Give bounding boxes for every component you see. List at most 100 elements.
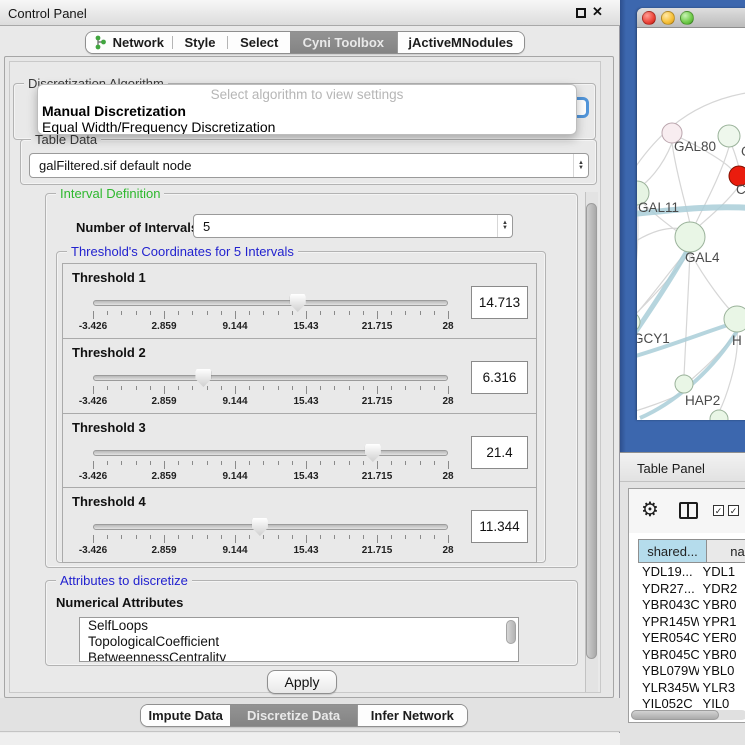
tab-style[interactable]: Style (173, 32, 228, 53)
cell-name[interactable]: YDR2 (699, 581, 745, 598)
attribute-list-item[interactable]: BetweennessCentrality (80, 650, 518, 662)
table-data-combobox[interactable]: galFiltered.sif default node ▲▼ (29, 153, 589, 178)
table-row[interactable]: YDR27...YDR2 (638, 581, 745, 598)
tab-infer-network[interactable]: Infer Network (357, 705, 467, 726)
vertical-scrollbar-thumb[interactable] (586, 203, 597, 659)
table-row[interactable]: YBL079WYBL0 (638, 663, 745, 680)
tab-discretize-data[interactable]: Discretize Data (230, 705, 356, 726)
minimize-traffic-light-icon[interactable] (661, 11, 675, 25)
column-header-shared-name[interactable]: shared... (638, 539, 707, 563)
network-edge[interactable] (695, 147, 729, 225)
slider-tick (207, 386, 208, 390)
threshold-1-slider[interactable] (93, 300, 448, 306)
cell-shared-name[interactable]: YDL19... (638, 564, 699, 581)
threshold-3-value-field[interactable]: 21.4 (471, 436, 528, 469)
number-of-intervals-spinner[interactable]: 5 ▲▼ (193, 214, 513, 238)
table-row[interactable]: YER054CYER0 (638, 630, 745, 647)
threshold-4-value-field[interactable]: 11.344 (471, 510, 528, 543)
cell-shared-name[interactable]: YPR145W (638, 614, 699, 631)
cell-name[interactable]: YPR1 (699, 614, 745, 631)
slider-tick (207, 311, 208, 315)
threshold-4-slider[interactable] (93, 524, 448, 530)
checkbox-icon[interactable]: ✓ (713, 505, 724, 516)
network-canvas[interactable]: GAL80GACGAL11GAL4GCY1HHAP2 (637, 28, 745, 420)
cell-name[interactable]: YDL1 (699, 564, 745, 581)
slider-tick (434, 311, 435, 315)
network-edge[interactable] (684, 252, 690, 376)
table-row[interactable]: YBR043CYBR0 (638, 597, 745, 614)
cell-name[interactable]: YBR0 (699, 647, 745, 664)
combobox-stepper-icon[interactable]: ▲▼ (573, 154, 588, 177)
table-row[interactable]: YDL19...YDL1 (638, 564, 745, 581)
cell-name[interactable]: YLR3 (699, 680, 745, 697)
tab-impute-data[interactable]: Impute Data (141, 705, 230, 726)
table-toolbar: ⚙ ✓ ✓ (629, 489, 745, 533)
cell-shared-name[interactable]: YBR043C (638, 597, 699, 614)
slider-tick (377, 311, 378, 319)
cell-name[interactable]: YBR0 (699, 597, 745, 614)
table-row[interactable]: YPR145WYPR1 (638, 614, 745, 631)
horizontal-scrollbar-thumb[interactable] (631, 710, 719, 720)
threshold-3-slider[interactable] (93, 450, 448, 456)
tab-cyni-toolbox[interactable]: Cyni Toolbox (290, 32, 397, 53)
interval-definition-label: Interval Definition (56, 186, 164, 201)
zoom-traffic-light-icon[interactable] (680, 11, 694, 25)
checkbox-icon[interactable]: ✓ (728, 505, 739, 516)
gear-icon[interactable]: ⚙ (641, 497, 659, 522)
column-header-name[interactable]: na (707, 539, 745, 563)
network-window-titlebar[interactable] (637, 8, 745, 28)
popup-item-manual-discretization[interactable]: Manual Discretization (38, 103, 576, 119)
table-row[interactable]: YLR345WYLR3 (638, 680, 745, 697)
slider-thumb[interactable] (365, 444, 381, 462)
number-of-intervals-value: 5 (194, 219, 497, 234)
network-edge[interactable] (638, 143, 672, 188)
list-scrollbar-thumb[interactable] (506, 620, 516, 644)
tab-network[interactable]: Network (86, 32, 172, 53)
float-window-icon[interactable] (576, 8, 586, 18)
network-node[interactable] (710, 410, 728, 420)
network-edge[interactable] (637, 205, 638, 315)
network-node-label: GA (741, 144, 745, 159)
network-node-label: GAL11 (638, 200, 679, 215)
cell-shared-name[interactable]: YBL079W (638, 663, 699, 680)
apply-button[interactable]: Apply (267, 670, 337, 694)
slider-tick (292, 535, 293, 539)
cell-shared-name[interactable]: YDR27... (638, 581, 699, 598)
threshold-2-slider[interactable] (93, 375, 448, 381)
network-node[interactable] (718, 125, 740, 147)
cell-shared-name[interactable]: YIL052C (638, 696, 699, 708)
spinner-stepper-icon[interactable]: ▲▼ (497, 215, 512, 237)
threshold-1-value-field[interactable]: 14.713 (471, 286, 528, 319)
network-node[interactable] (724, 306, 745, 332)
network-edge[interactable] (732, 146, 739, 168)
network-node[interactable] (675, 222, 705, 252)
cell-name[interactable]: YBL0 (699, 663, 745, 680)
cell-shared-name[interactable]: YBR045C (638, 647, 699, 664)
slider-thumb[interactable] (195, 369, 211, 387)
slider-tick (249, 386, 250, 390)
tab-jactivemnodules[interactable]: jActiveMNodules (397, 32, 524, 53)
tab-discretize-data-label: Discretize Data (247, 708, 340, 723)
tab-select[interactable]: Select (228, 32, 290, 53)
popup-item-equal-width[interactable]: Equal Width/Frequency Discretization (38, 119, 576, 135)
slider-thumb[interactable] (290, 294, 306, 312)
slider-tick (192, 535, 193, 539)
close-icon[interactable]: ✕ (592, 4, 603, 20)
numerical-attributes-list[interactable]: SelfLoopsTopologicalCoefficientBetweenne… (79, 617, 519, 662)
attribute-list-item[interactable]: TopologicalCoefficient (80, 634, 518, 650)
slider-thumb[interactable] (252, 518, 268, 536)
attribute-list-item[interactable]: SelfLoops (80, 618, 518, 634)
cell-name[interactable]: YIL0 (699, 696, 745, 708)
network-node[interactable] (675, 375, 693, 393)
close-traffic-light-icon[interactable] (642, 11, 656, 25)
threshold-2-value-field[interactable]: 6.316 (471, 361, 528, 394)
slider-tick (306, 461, 307, 469)
table-row[interactable]: YIL052CYIL0 (638, 696, 745, 708)
table-row[interactable]: YBR045CYBR0 (638, 647, 745, 664)
split-columns-icon[interactable] (679, 502, 698, 519)
horizontal-scrollbar-track[interactable] (631, 710, 745, 720)
slider-tick (121, 461, 122, 465)
cell-shared-name[interactable]: YLR345W (638, 680, 699, 697)
cell-name[interactable]: YER0 (699, 630, 745, 647)
cell-shared-name[interactable]: YER054C (638, 630, 699, 647)
